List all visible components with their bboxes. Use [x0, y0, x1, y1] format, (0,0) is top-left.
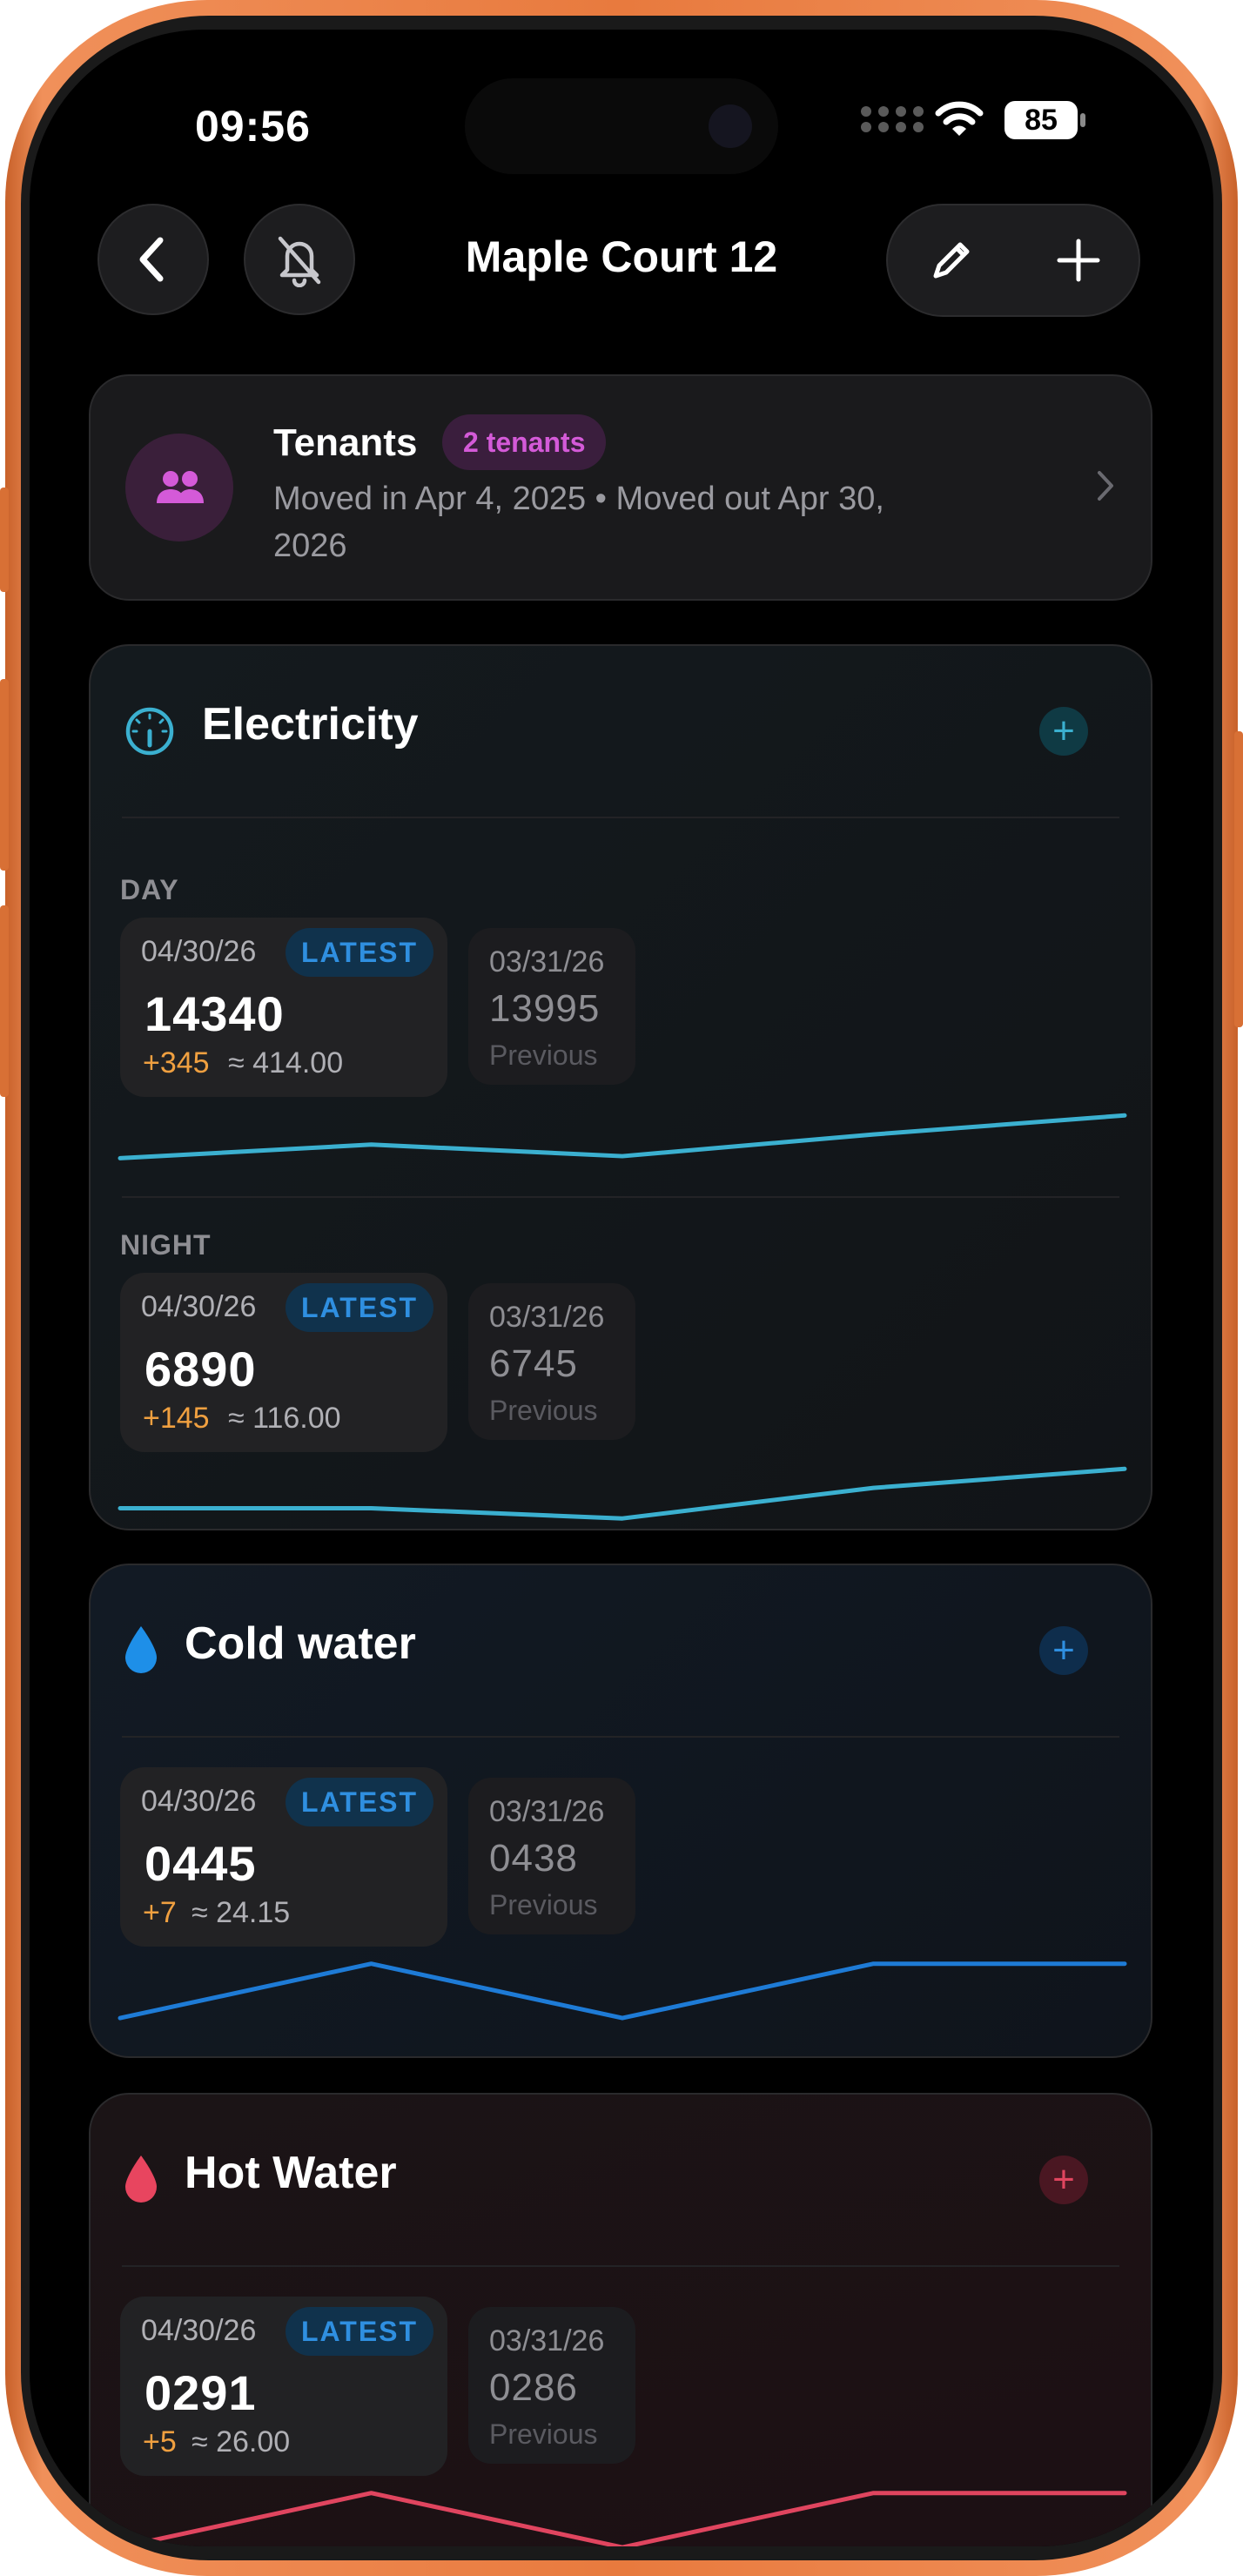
night-label: NIGHT	[120, 1229, 212, 1261]
add-hot-water-reading-button[interactable]: +	[1039, 2156, 1088, 2204]
cold-water-card: Cold water + 04/30/26 LATEST 0445 +7 ≈ 2…	[89, 1564, 1152, 2058]
plus-icon	[1057, 239, 1100, 282]
latest-badge: LATEST	[286, 2307, 434, 2356]
hot-water-header: Hot Water +	[91, 2095, 1151, 2265]
latest-badge: LATEST	[286, 1283, 434, 1332]
electricity-header: Electricity +	[91, 646, 1151, 817]
day-latest-reading[interactable]: 04/30/26 LATEST 14340 +345 ≈ 414.00	[120, 918, 447, 1097]
night-latest-reading[interactable]: 04/30/26 LATEST 6890 +145 ≈ 116.00	[120, 1273, 447, 1452]
reading-date: 03/31/26	[489, 945, 605, 979]
day-label: DAY	[120, 874, 179, 905]
previous-label: Previous	[489, 1039, 598, 1071]
add-button[interactable]	[1015, 205, 1142, 315]
reading-value: 0438	[489, 1837, 578, 1880]
power-button	[1234, 731, 1243, 1027]
latest-badge: LATEST	[286, 1778, 434, 1826]
reading-cost: ≈ 24.15	[191, 1896, 291, 1929]
volume-down-button	[0, 905, 9, 1097]
reading-date: 04/30/26	[141, 1785, 257, 1818]
tenants-count-badge: 2 tenants	[442, 414, 607, 470]
tenants-move-dates: Moved in Apr 4, 2025 • Moved out Apr 30,…	[273, 481, 884, 564]
divider	[122, 1736, 1119, 1738]
hot-water-card: Hot Water + 04/30/26 LATEST 0291 +5 ≈ 26…	[89, 2093, 1152, 2546]
reading-cost: ≈ 26.00	[191, 2425, 291, 2458]
reading-cost: ≈ 414.00	[228, 1046, 344, 1079]
header-actions	[886, 204, 1140, 317]
reading-value: 6890	[144, 1342, 257, 1396]
reading-value: 6745	[489, 1342, 578, 1385]
page-title: Maple Court 12	[465, 232, 778, 281]
gauge-icon	[125, 707, 174, 756]
status-bar: 09:56 85	[30, 30, 1213, 174]
camera-icon	[709, 104, 752, 148]
reading-date: 03/31/26	[489, 1795, 605, 1828]
electricity-title: Electricity	[202, 699, 419, 750]
reading-date: 03/31/26	[489, 1301, 605, 1334]
people-icon	[157, 471, 204, 503]
day-trend-line	[118, 1113, 1127, 1160]
trend-polyline	[118, 1113, 1127, 1160]
divider	[122, 817, 1119, 818]
hot-water-latest-reading[interactable]: 04/30/26 LATEST 0291 +5 ≈ 26.00	[120, 2297, 447, 2476]
hot-water-previous-reading[interactable]: 03/31/26 0286 Previous	[468, 2307, 635, 2464]
status-time: 09:56	[195, 102, 311, 151]
reading-value: 14340	[144, 986, 285, 1041]
droplet-icon	[125, 1626, 157, 1673]
pencil-icon	[933, 242, 970, 279]
night-trend-line	[118, 1466, 1127, 1521]
bell-slash-icon	[278, 236, 321, 287]
cold-water-trend-line	[118, 1961, 1127, 2021]
cold-water-header: Cold water +	[91, 1565, 1151, 1736]
reading-cost: ≈ 116.00	[228, 1402, 341, 1435]
reading-date: 04/30/26	[141, 2314, 257, 2347]
add-cold-water-reading-button[interactable]: +	[1039, 1626, 1088, 1675]
day-previous-reading[interactable]: 03/31/26 13995 Previous	[468, 928, 635, 1085]
reading-delta: +145	[143, 1402, 210, 1435]
wifi-icon	[935, 101, 984, 136]
electricity-card: Electricity + DAY 04/30/26 LATEST 14340 …	[89, 644, 1152, 1530]
cold-water-title: Cold water	[185, 1618, 416, 1669]
droplet-icon	[125, 2156, 157, 2203]
reading-delta: +345	[143, 1046, 210, 1079]
reading-date: 04/30/26	[141, 1290, 257, 1323]
trend-polyline	[118, 1961, 1127, 2021]
hot-water-trend-line	[118, 2491, 1127, 2546]
previous-label: Previous	[489, 2418, 598, 2450]
latest-badge: LATEST	[286, 928, 434, 977]
chevron-right-icon	[1098, 471, 1113, 501]
trend-polyline	[118, 1466, 1127, 1521]
battery-indicator: 85	[1004, 101, 1085, 139]
reading-value: 0286	[489, 2366, 578, 2409]
screen: 09:56 85 Maple Court 12 Tenants 2 tenant…	[30, 30, 1213, 2546]
reading-value: 0445	[144, 1836, 257, 1891]
reading-value: 0291	[144, 2365, 257, 2420]
trend-polyline	[118, 2491, 1127, 2546]
cellular-signal-icon	[861, 106, 924, 132]
add-electricity-reading-button[interactable]: +	[1039, 707, 1088, 756]
back-button[interactable]	[97, 204, 209, 315]
mute-notifications-button[interactable]	[244, 204, 355, 315]
reading-date: 03/31/26	[489, 2324, 605, 2357]
edit-button[interactable]	[888, 205, 1015, 315]
reading-date: 04/30/26	[141, 935, 257, 968]
reading-value: 13995	[489, 987, 601, 1030]
volume-up-button	[0, 679, 9, 871]
cold-water-latest-reading[interactable]: 04/30/26 LATEST 0445 +7 ≈ 24.15	[120, 1767, 447, 1947]
reading-delta: +5	[143, 2425, 177, 2458]
tenants-avatar	[125, 434, 233, 541]
side-button-left	[0, 488, 9, 592]
tenants-card[interactable]: Tenants 2 tenants Moved in Apr 4, 2025 •…	[89, 374, 1152, 601]
hot-water-title: Hot Water	[185, 2148, 397, 2198]
dynamic-island	[465, 78, 778, 174]
chevron-left-icon	[139, 237, 164, 282]
divider	[122, 1196, 1119, 1198]
night-previous-reading[interactable]: 03/31/26 6745 Previous	[468, 1283, 635, 1440]
reading-delta: +7	[143, 1896, 177, 1929]
tenants-title: Tenants	[273, 421, 418, 464]
divider	[122, 2265, 1119, 2267]
previous-label: Previous	[489, 1889, 598, 1920]
previous-label: Previous	[489, 1395, 598, 1426]
cold-water-previous-reading[interactable]: 03/31/26 0438 Previous	[468, 1778, 635, 1934]
